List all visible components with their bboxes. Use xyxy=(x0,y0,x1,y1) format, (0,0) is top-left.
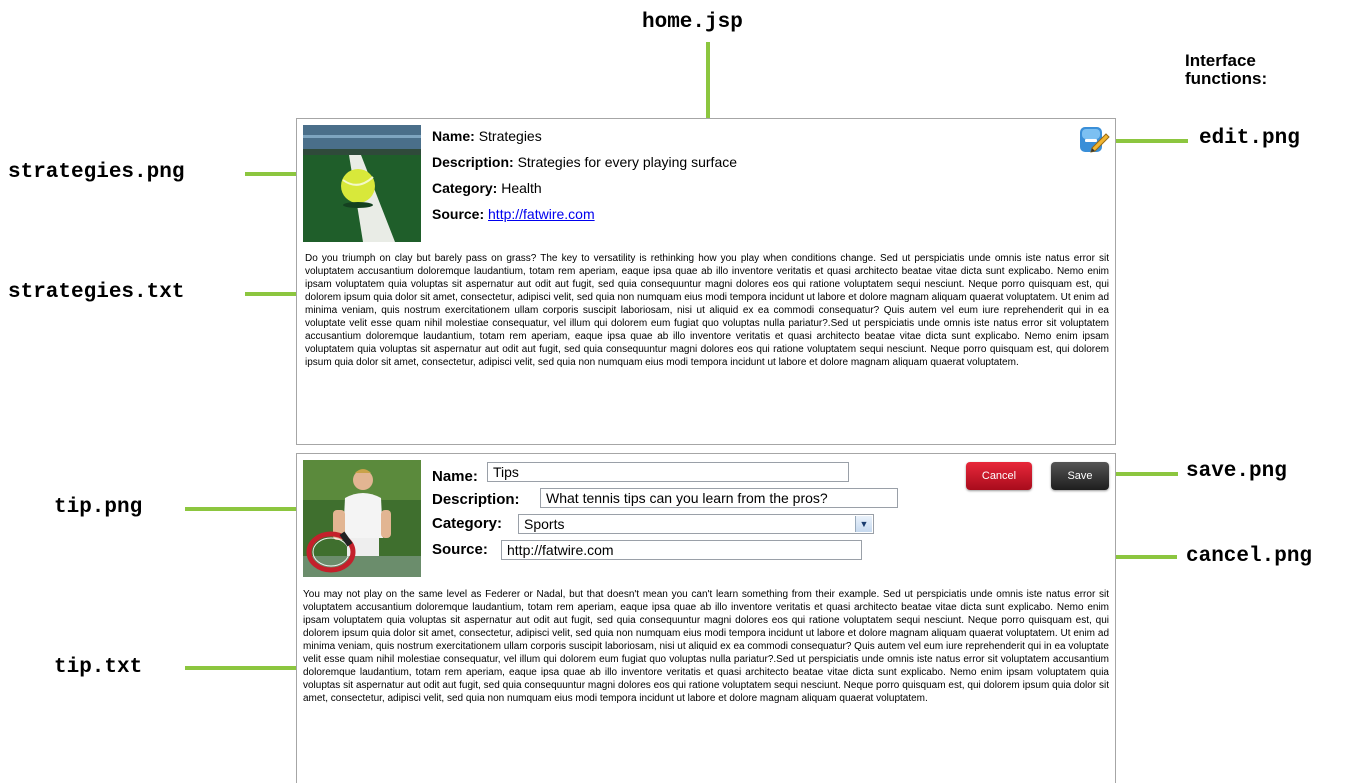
cancel-button[interactable]: Cancel xyxy=(966,462,1032,490)
connector-line-edit xyxy=(1104,139,1188,143)
strategies-txt-label: strategies.txt xyxy=(8,281,185,304)
strategies-source-label: Source: xyxy=(432,206,485,222)
strategies-category-value: Health xyxy=(501,180,542,196)
connector-line-save xyxy=(1108,472,1178,476)
interface-functions-label: Interface functions: xyxy=(1185,51,1268,88)
tip-name-label: Name: xyxy=(432,468,478,485)
tip-name-input[interactable]: Tips xyxy=(487,462,849,482)
strategies-source-link[interactable]: http://fatwire.com xyxy=(488,206,595,222)
home-jsp-label: home.jsp xyxy=(642,11,743,34)
connector-line-tip-txt xyxy=(185,666,303,670)
connector-line-strategies-txt xyxy=(245,292,303,296)
edit-pencil-icon[interactable] xyxy=(1078,124,1110,156)
tip-description-label: Description: xyxy=(432,491,520,508)
strategies-name-value: Strategies xyxy=(478,128,542,144)
strategies-description-row: Description: Strategies for every playin… xyxy=(432,154,737,170)
strategies-png-label: strategies.png xyxy=(8,161,185,184)
strategies-description-value: Strategies for every playing surface xyxy=(517,154,738,170)
edit-png-label: edit.png xyxy=(1199,127,1300,150)
tip-png-label: tip.png xyxy=(54,496,143,519)
strategies-description-label: Description: xyxy=(432,154,514,170)
tip-category-value: Sports xyxy=(524,516,565,532)
tip-panel: Name: Tips Description: What tennis tips… xyxy=(296,453,1116,783)
save-png-label: save.png xyxy=(1186,460,1287,483)
save-button[interactable]: Save xyxy=(1051,462,1109,490)
tennis-player-image xyxy=(303,460,421,577)
connector-line-strategies-png xyxy=(245,172,303,176)
tip-category-label: Category: xyxy=(432,515,503,532)
strategies-name-row: Name: Strategies xyxy=(432,128,542,144)
strategies-body-text: Do you triumph on clay but barely pass o… xyxy=(305,253,1109,368)
tip-thumbnail xyxy=(303,460,421,577)
strategies-thumbnail xyxy=(303,125,421,242)
tip-body-text: You may not play on the same level as Fe… xyxy=(303,589,1109,704)
strategies-category-row: Category: Health xyxy=(432,180,542,196)
tip-txt-label: tip.txt xyxy=(54,656,143,679)
strategies-source-row: Source: http://fatwire.com xyxy=(432,206,595,222)
strategies-category-label: Category: xyxy=(432,180,498,196)
tip-source-label: Source: xyxy=(432,541,488,558)
tip-category-select[interactable]: Sports ▼ xyxy=(518,514,874,534)
strategies-name-label: Name: xyxy=(432,128,475,144)
tennis-ball-court-image xyxy=(303,125,421,242)
connector-line-tip-png xyxy=(185,507,303,511)
tip-description-input[interactable]: What tennis tips can you learn from the … xyxy=(540,488,898,508)
tip-source-input[interactable]: http://fatwire.com xyxy=(501,540,862,560)
chevron-down-icon[interactable]: ▼ xyxy=(855,516,872,532)
cancel-png-label: cancel.png xyxy=(1186,545,1313,568)
connector-line-top xyxy=(706,42,710,118)
strategies-panel: Name: Strategies Description: Strategies… xyxy=(296,118,1116,445)
